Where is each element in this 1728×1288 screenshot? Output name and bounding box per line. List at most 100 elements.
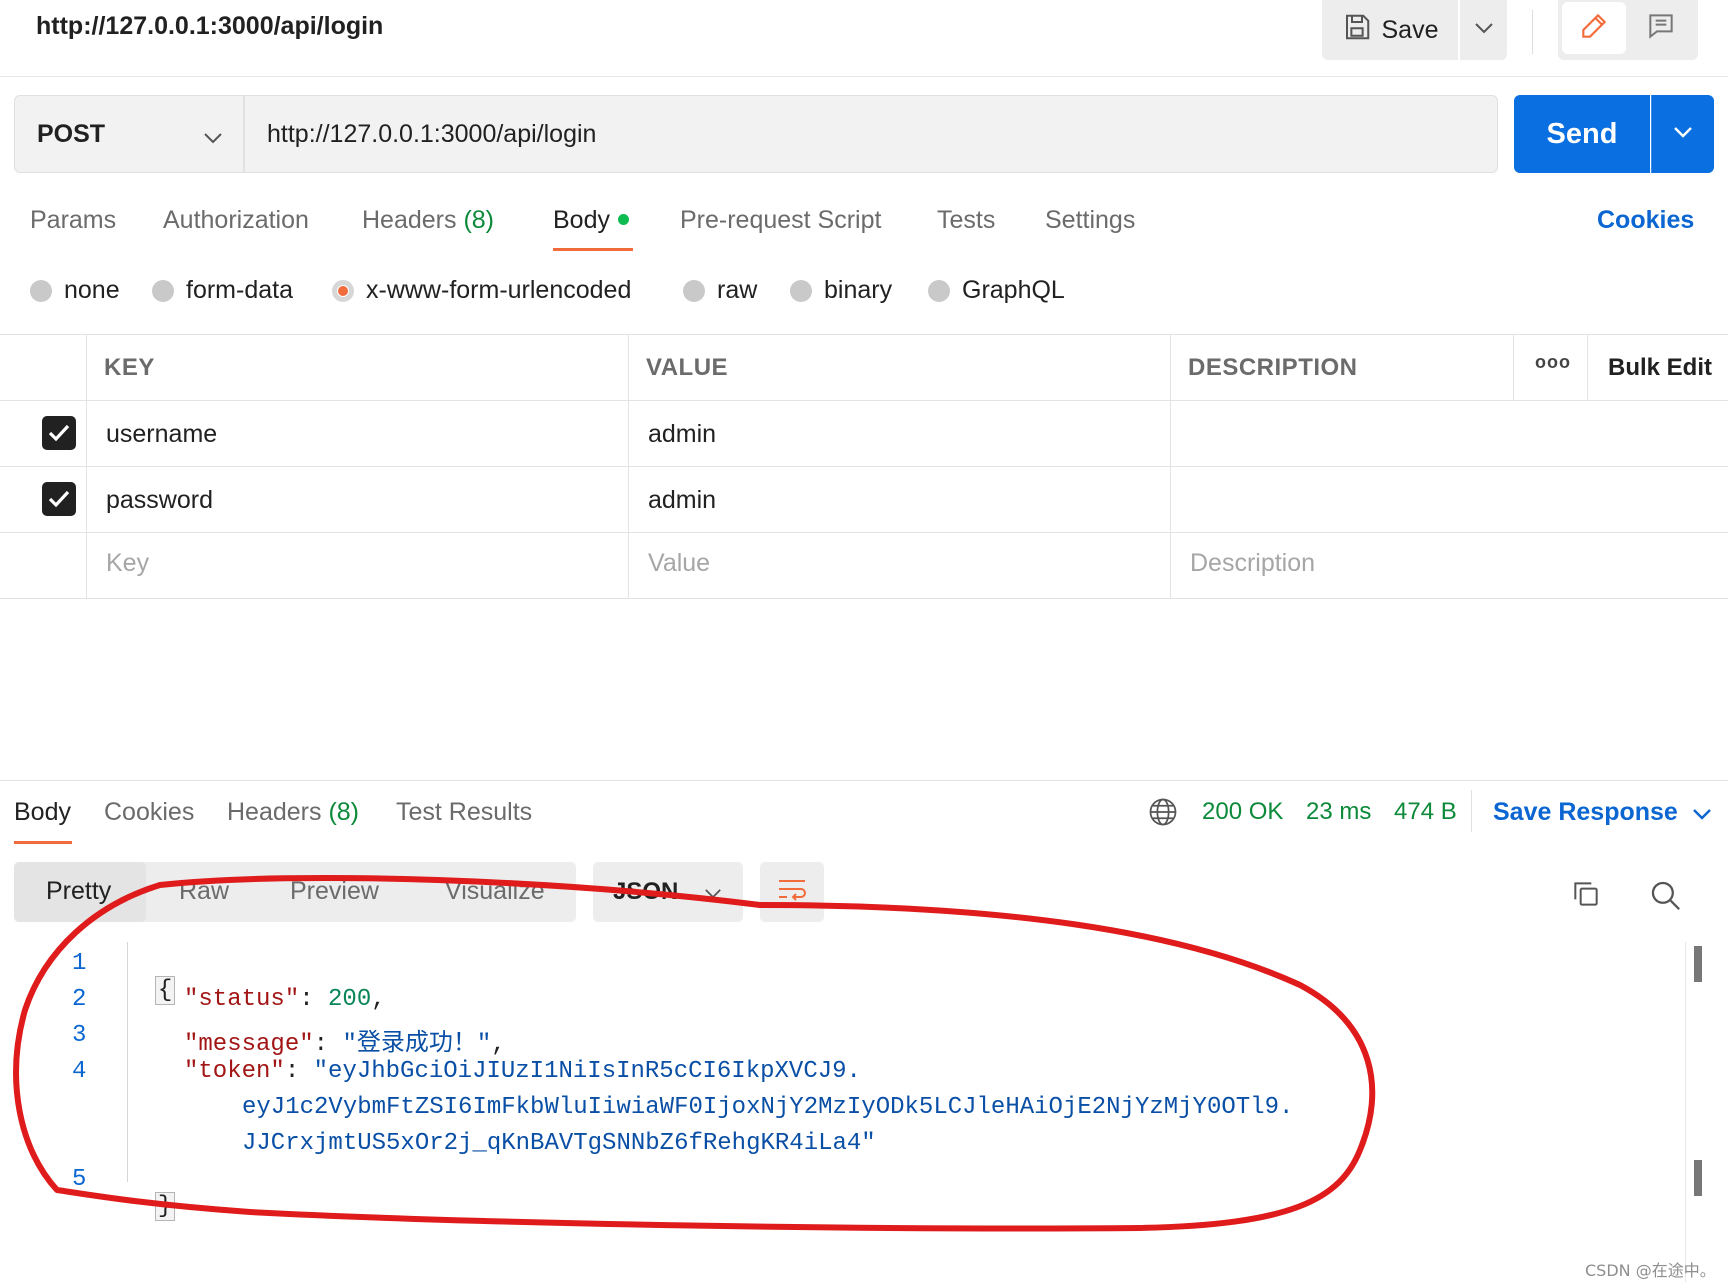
view-tab-pretty[interactable]: Pretty (46, 877, 111, 906)
code-line[interactable]: "status": 200, (184, 986, 386, 1013)
response-time[interactable]: 23 ms (1306, 798, 1371, 826)
cookies-link[interactable]: Cookies (1597, 206, 1694, 235)
scrollbar-track[interactable] (1685, 942, 1686, 1282)
row-checkbox[interactable] (42, 482, 76, 516)
view-tab-raw[interactable]: Raw (179, 877, 229, 906)
tab-headers-count: (8) (463, 206, 495, 234)
radio-label: form-data (186, 276, 293, 304)
divider (1471, 790, 1472, 832)
code-line[interactable]: "message": "登录成功！", (184, 1022, 506, 1058)
line-number: 4 (72, 1058, 87, 1085)
param-key[interactable]: username (106, 420, 217, 449)
copy-icon[interactable] (1570, 878, 1602, 915)
tab-pre-request-script[interactable]: Pre-request Script (680, 206, 881, 235)
radio-label: binary (824, 276, 893, 304)
row-checkbox[interactable] (42, 416, 76, 450)
scrollbar-thumb[interactable] (1694, 1160, 1702, 1196)
check-icon (48, 424, 70, 442)
watermark: CSDN @在途中。 (1585, 1261, 1716, 1280)
more-options-icon[interactable]: ooo (1535, 352, 1571, 373)
radio-x-www-form-urlencoded[interactable]: x-www-form-urlencoded (332, 276, 631, 305)
tab-body-label: Body (553, 206, 610, 234)
wrap-lines-button[interactable] (760, 862, 824, 922)
chevron-down-icon (1692, 798, 1712, 827)
param-key[interactable]: password (106, 486, 213, 515)
method-select[interactable]: POST (14, 95, 244, 173)
response-tab-body[interactable]: Body (14, 798, 71, 827)
table-border (86, 334, 87, 598)
code-line[interactable]: } (126, 1166, 176, 1221)
view-tab-preview[interactable]: Preview (290, 877, 379, 906)
check-icon (48, 490, 70, 508)
tab-authorization[interactable]: Authorization (163, 206, 309, 235)
column-header-value: VALUE (646, 354, 729, 381)
response-tab-headers-label: Headers (227, 798, 322, 826)
response-tab-cookies[interactable]: Cookies (104, 798, 194, 827)
radio-button-selected (332, 279, 354, 302)
table-border (0, 532, 1728, 533)
edit-mode-button[interactable] (1562, 2, 1626, 54)
column-header-key: KEY (104, 354, 155, 381)
scrollbar-thumb[interactable] (1694, 946, 1702, 982)
pane-divider[interactable] (0, 780, 1728, 781)
active-tab-indicator (553, 248, 633, 251)
response-size[interactable]: 474 B (1394, 798, 1457, 826)
new-key-input[interactable]: Key (106, 549, 149, 578)
globe-icon[interactable] (1148, 797, 1178, 832)
save-options-button[interactable] (1460, 0, 1507, 60)
radio-label: raw (717, 276, 758, 304)
table-border (1513, 334, 1514, 400)
code-line-wrapped[interactable]: JJCrxjmtUS5xOr2j_qKnBAVTgSNNbZ6fRehgKR4i… (242, 1130, 876, 1157)
url-input[interactable] (244, 95, 1498, 173)
tab-headers-label: Headers (362, 206, 457, 234)
json-string: "登录成功！" (342, 1031, 492, 1058)
radio-form-data[interactable]: form-data (152, 276, 293, 305)
radio-graphql[interactable]: GraphQL (928, 276, 1065, 305)
wrap-lines-icon (776, 876, 808, 909)
send-button[interactable]: Send (1514, 95, 1650, 173)
format-select[interactable]: JSON (593, 862, 743, 922)
line-number: 2 (72, 986, 87, 1013)
save-response-button[interactable]: Save Response (1493, 798, 1712, 827)
view-tab-visualize[interactable]: Visualize (445, 877, 545, 906)
radio-raw[interactable]: raw (683, 276, 757, 305)
code-line[interactable]: "token": "eyJhbGciOiJIUzI1NiIsInR5cCI6Ik… (184, 1058, 861, 1085)
radio-button (683, 279, 705, 302)
response-tab-headers[interactable]: Headers (8) (227, 798, 359, 827)
radio-label: none (64, 276, 120, 304)
bulk-edit-button[interactable]: Bulk Edit (1608, 354, 1712, 382)
comments-button[interactable] (1628, 2, 1694, 54)
code-line-wrapped[interactable]: eyJ1c2VybmFtZSI6ImFkbWluIiwiaWF0IjoxNjY2… (242, 1094, 1293, 1121)
param-value[interactable]: admin (648, 420, 716, 449)
search-icon[interactable] (1648, 878, 1682, 917)
method-label: POST (37, 119, 106, 148)
tab-headers[interactable]: Headers (8) (362, 206, 494, 235)
tab-body[interactable]: Body (553, 206, 629, 235)
radio-binary[interactable]: binary (790, 276, 892, 305)
table-border (0, 466, 1728, 467)
status-code[interactable]: 200 OK (1202, 798, 1283, 826)
request-title: http://127.0.0.1:3000/api/login (36, 12, 384, 40)
comment-icon (1645, 10, 1677, 47)
tab-tests[interactable]: Tests (937, 206, 995, 235)
code-line[interactable]: { (126, 950, 176, 1005)
radio-none[interactable]: none (30, 276, 120, 305)
close-brace: } (154, 1192, 176, 1221)
json-string: "eyJhbGciOiJIUzI1NiIsInR5cCI6IkpXVCJ9. (313, 1058, 861, 1085)
send-options-button[interactable] (1651, 95, 1714, 173)
table-border (1587, 334, 1588, 400)
save-icon (1342, 12, 1372, 49)
response-tab-headers-count: (8) (328, 798, 360, 826)
tab-settings[interactable]: Settings (1045, 206, 1135, 235)
tab-params[interactable]: Params (30, 206, 116, 235)
format-label: JSON (613, 878, 679, 905)
save-button[interactable]: Save (1322, 0, 1458, 60)
param-value[interactable]: admin (648, 486, 716, 515)
json-number: 200 (328, 986, 372, 1013)
new-value-input[interactable]: Value (648, 549, 710, 578)
chevron-down-icon (1673, 125, 1693, 143)
response-tab-test-results[interactable]: Test Results (396, 798, 532, 827)
radio-label: x-www-form-urlencoded (366, 276, 632, 304)
chevron-down-icon (704, 878, 722, 906)
new-description-input[interactable]: Description (1190, 549, 1315, 578)
